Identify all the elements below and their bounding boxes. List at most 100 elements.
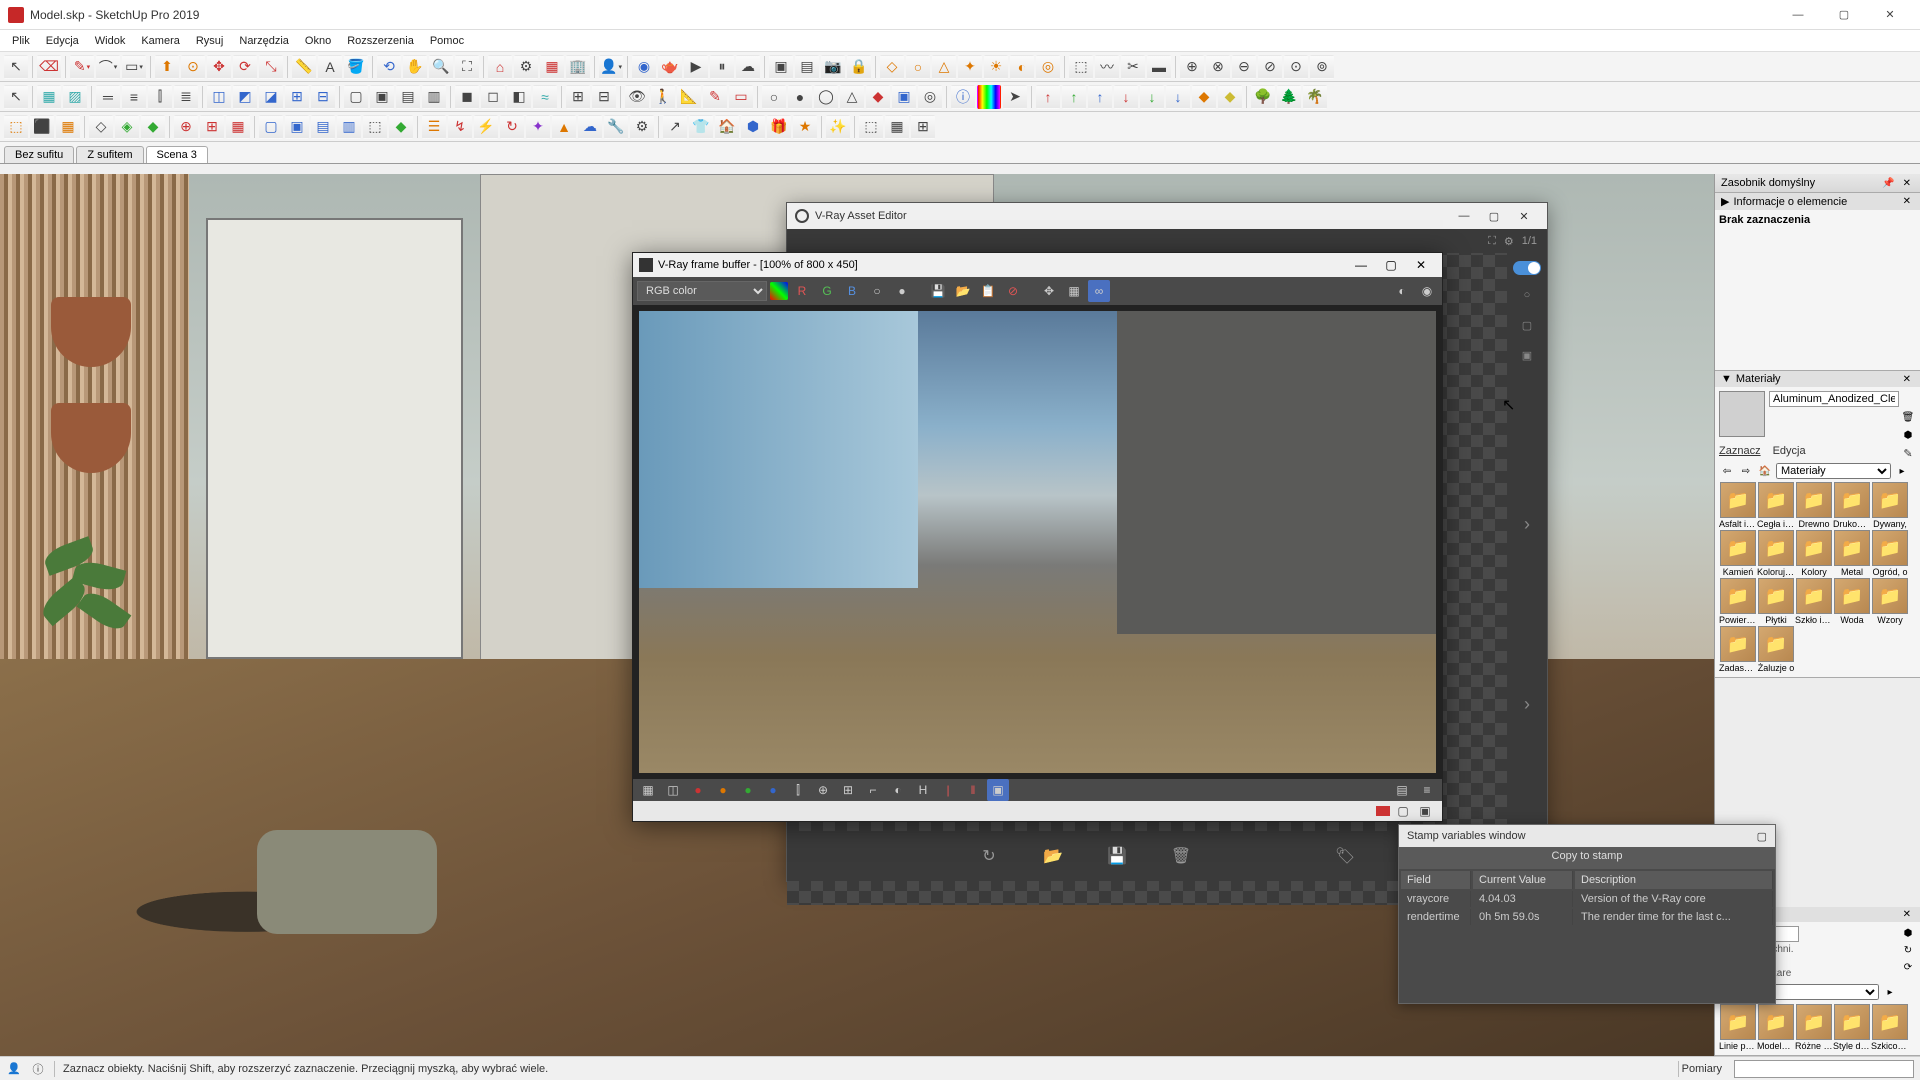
tab-edit[interactable]: Edycja [1773, 445, 1806, 461]
vray-cloud[interactable]: ☁ [736, 55, 760, 79]
vray-light-omni[interactable]: ☀ [984, 55, 1008, 79]
status-geo-icon[interactable]: 👤 [6, 1061, 22, 1077]
style-category[interactable]: Linie programu [1719, 1003, 1757, 1051]
stamp-variables-window[interactable]: Stamp variables window ▢ Copy to stamp F… [1398, 824, 1776, 1004]
axis-b1[interactable]: ↑ [1088, 85, 1112, 109]
menu-window[interactable]: Okno [297, 33, 339, 49]
menu-camera[interactable]: Kamera [133, 33, 188, 49]
styles-detail-icon[interactable]: ▸ [1882, 984, 1898, 1000]
vfb-cc-icon[interactable]: ◐ [1391, 280, 1413, 302]
axis-g2[interactable]: ↓ [1140, 85, 1164, 109]
shadow-2[interactable]: ◻ [481, 85, 505, 109]
dims-3[interactable]: ⫿ [148, 85, 172, 109]
vfb-lens-icon[interactable]: ◉ [1416, 280, 1438, 302]
shape-cone[interactable]: △ [840, 85, 864, 109]
cube-tool[interactable]: ⬢ [741, 115, 765, 139]
face-2[interactable]: ◈ [115, 115, 139, 139]
shadow-1[interactable]: ◼ [455, 85, 479, 109]
vray-light-spot[interactable]: △ [932, 55, 956, 79]
vfb-channel-select[interactable]: RGB color [637, 281, 767, 301]
sandbox-1[interactable]: ▦ [37, 85, 61, 109]
pan-tool[interactable]: ✋ [403, 55, 427, 79]
axis-r2[interactable]: ↓ [1114, 85, 1138, 109]
measurements-input[interactable] [1734, 1060, 1914, 1078]
vfb-track-icon[interactable]: ✥ [1038, 280, 1060, 302]
stamp-row[interactable]: rendertime 0h 5m 59.0s The render time f… [1401, 909, 1773, 925]
style-3[interactable]: ▤ [396, 85, 420, 109]
menu-help[interactable]: Pomoc [422, 33, 472, 49]
comp-1[interactable]: ⬚ [4, 115, 28, 139]
material-category[interactable]: Cegła i elewacje [1757, 481, 1795, 529]
vfb-b3[interactable]: ● [687, 779, 709, 801]
vfb-alpha[interactable]: ● [891, 280, 913, 302]
vfb-b1[interactable]: ▦ [637, 779, 659, 801]
nav-fwd-icon[interactable]: ⇨ [1738, 463, 1754, 479]
vray-teapot[interactable]: 🫖 [658, 55, 682, 79]
solid-subtract[interactable]: ⊖ [1232, 55, 1256, 79]
vfb-b12[interactable]: H [912, 779, 934, 801]
vfb-clear-icon[interactable]: ⊘ [1002, 280, 1024, 302]
vfb-b11[interactable]: ◐ [887, 779, 909, 801]
asset-close[interactable]: ✕ [1509, 210, 1539, 223]
material-category[interactable]: Szkło i lustra [1795, 577, 1833, 625]
star-tool[interactable]: ★ [793, 115, 817, 139]
vfb-copy-icon[interactable]: 📋 [977, 280, 999, 302]
pencil-icon[interactable]: ✎ [1900, 445, 1916, 461]
vfb-titlebar[interactable]: V-Ray frame buffer - [100% of 800 x 450]… [633, 253, 1442, 277]
section-4[interactable]: ⊞ [285, 85, 309, 109]
material-category[interactable]: Kamień [1719, 529, 1757, 577]
material-category[interactable]: Ogród, o [1871, 529, 1909, 577]
misc-7[interactable]: ☁ [578, 115, 602, 139]
material-category[interactable]: Drewno [1795, 481, 1833, 529]
asset-save-icon[interactable]: 💾 [1105, 844, 1129, 868]
walk-3[interactable]: 📐 [677, 85, 701, 109]
material-category[interactable]: Koloruj według [1757, 529, 1795, 577]
style-refresh-icon[interactable]: ⟳ [1900, 960, 1916, 976]
axis-y[interactable]: ◆ [1218, 85, 1242, 109]
dims-4[interactable]: ≣ [174, 85, 198, 109]
vfb-minimize[interactable]: ― [1346, 258, 1376, 272]
solid-outer[interactable]: ⊚ [1310, 55, 1334, 79]
vfb-swatch[interactable] [770, 282, 788, 300]
face-1[interactable]: ◇ [89, 115, 113, 139]
nav-back-icon[interactable]: ⇦ [1719, 463, 1735, 479]
scene-tab-1[interactable]: Bez sufitu [4, 146, 74, 163]
menu-edit[interactable]: Edycja [38, 33, 87, 49]
style-category[interactable]: Modelowanie [1757, 1003, 1795, 1051]
vfb-b14[interactable]: ‖ [962, 779, 984, 801]
asset-refresh-icon[interactable]: ↻ [977, 844, 1001, 868]
target-1[interactable]: ⊕ [174, 115, 198, 139]
home-icon[interactable]: 🏠 [1757, 463, 1773, 479]
sandbox-2[interactable]: ▨ [63, 85, 87, 109]
face-3[interactable]: ◆ [141, 115, 165, 139]
vray-interactive[interactable]: ⏸ [710, 55, 734, 79]
vfb-b7[interactable]: ⫿ [787, 779, 809, 801]
entity-info-close[interactable]: ✕ [1900, 196, 1914, 207]
asset-minimize[interactable]: ― [1449, 210, 1479, 222]
scene-tab-3[interactable]: Scena 3 [146, 146, 208, 163]
vfb-b6[interactable]: ● [762, 779, 784, 801]
materials-close[interactable]: ✕ [1900, 374, 1914, 385]
details-icon[interactable]: ▸ [1894, 463, 1910, 479]
shape-pyramid[interactable]: ◆ [866, 85, 890, 109]
section-1[interactable]: ◫ [207, 85, 231, 109]
cursor-tool[interactable]: ➤ [1003, 85, 1027, 109]
vray-settings[interactable]: ◉ [632, 55, 656, 79]
style-2[interactable]: ▣ [370, 85, 394, 109]
menu-extensions[interactable]: Rozszerzenia [339, 33, 422, 49]
zoom-extents-tool[interactable]: ⛶ [455, 55, 479, 79]
materials-header[interactable]: ▼ Materiały ✕ [1715, 371, 1920, 387]
material-category[interactable]: Żaluzje o [1757, 625, 1795, 673]
box-5[interactable]: ⬚ [363, 115, 387, 139]
view-1[interactable]: ⊞ [566, 85, 590, 109]
selection-2[interactable]: ▦ [885, 115, 909, 139]
vfb-b15[interactable]: ▣ [987, 779, 1009, 801]
solid-intersect[interactable]: ⊗ [1206, 55, 1230, 79]
status-help-icon[interactable]: ⓘ [30, 1061, 46, 1077]
menu-file[interactable]: Plik [4, 33, 38, 49]
tray-pin-icon[interactable]: 📌 [1879, 178, 1897, 189]
selection-1[interactable]: ⬚ [859, 115, 883, 139]
misc-9[interactable]: ⚙ [630, 115, 654, 139]
tab-select[interactable]: Zaznacz [1719, 445, 1761, 461]
menu-tools[interactable]: Narzędzia [231, 33, 297, 49]
